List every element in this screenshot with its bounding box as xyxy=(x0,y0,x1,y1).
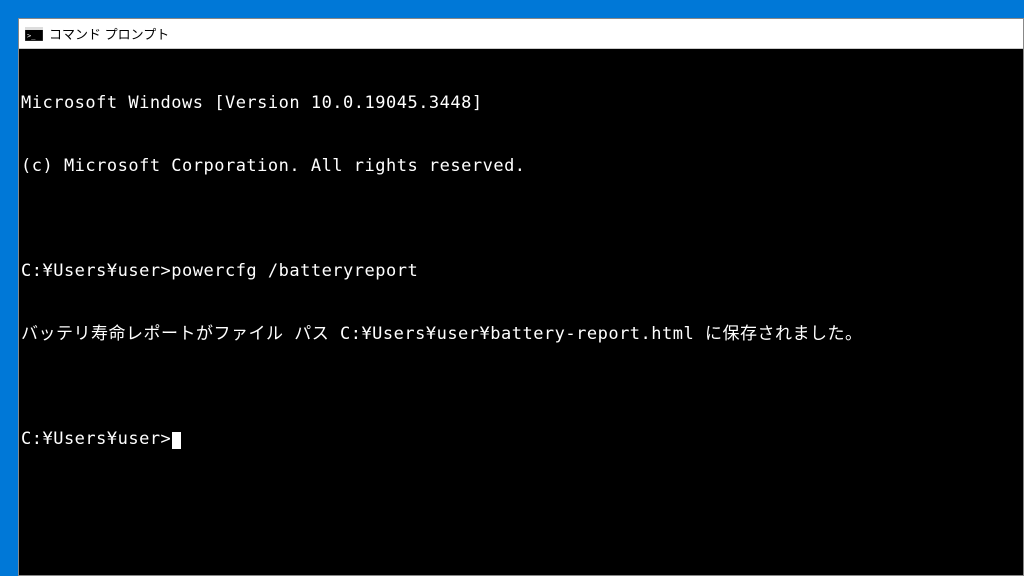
titlebar[interactable]: >_ コマンド プロンプト xyxy=(19,19,1023,49)
terminal-line: Microsoft Windows [Version 10.0.19045.34… xyxy=(21,93,1023,114)
window-title: コマンド プロンプト xyxy=(49,24,169,43)
terminal-output[interactable]: Microsoft Windows [Version 10.0.19045.34… xyxy=(19,49,1023,575)
svg-text:>_: >_ xyxy=(27,32,36,40)
command-prompt-window: >_ コマンド プロンプト Microsoft Windows [Version… xyxy=(18,18,1024,576)
cmd-icon: >_ xyxy=(25,27,43,41)
terminal-prompt-line: C:¥Users¥user> xyxy=(21,429,1023,450)
terminal-line: (c) Microsoft Corporation. All rights re… xyxy=(21,156,1023,177)
terminal-line: C:¥Users¥user>powercfg /batteryreport xyxy=(21,261,1023,282)
terminal-prompt: C:¥Users¥user> xyxy=(21,429,171,449)
cursor xyxy=(172,432,181,449)
terminal-line: バッテリ寿命レポートがファイル パス C:¥Users¥user¥battery… xyxy=(21,324,1023,345)
